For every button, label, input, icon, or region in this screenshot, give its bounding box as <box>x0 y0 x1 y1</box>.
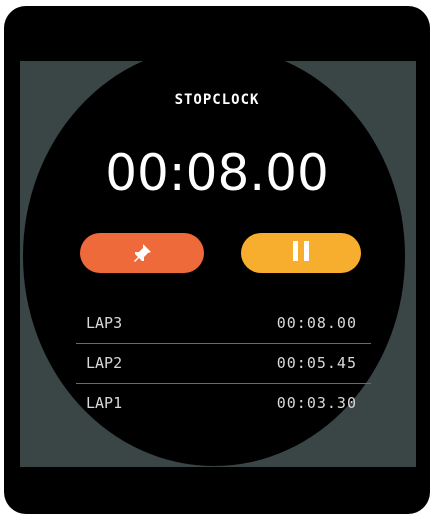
lap-time: 00:03.30 <box>276 394 357 412</box>
lap-list: LAP3 00:08.00 LAP2 00:05.45 LAP1 00:03.3… <box>76 304 371 424</box>
pause-button[interactable] <box>241 233 361 273</box>
pause-icon <box>290 241 312 265</box>
elapsed-time: 00:08.00 <box>105 144 329 202</box>
lap-button[interactable] <box>80 233 204 273</box>
lap-time: 00:05.45 <box>276 354 357 372</box>
list-item: LAP3 00:08.00 <box>76 304 371 344</box>
pin-icon <box>134 244 151 262</box>
list-item: LAP2 00:05.45 <box>76 344 371 384</box>
list-item: LAP1 00:03.30 <box>76 384 371 424</box>
watch-bezel: STOPCLOCK 00:08.00 LAP3 00:08.00 LAP2 00… <box>4 6 430 514</box>
lap-time: 00:08.00 <box>276 314 357 332</box>
lap-label: LAP3 <box>86 314 123 332</box>
app-title: STOPCLOCK <box>174 92 260 108</box>
lap-label: LAP2 <box>86 354 123 372</box>
lap-label: LAP1 <box>86 394 123 412</box>
